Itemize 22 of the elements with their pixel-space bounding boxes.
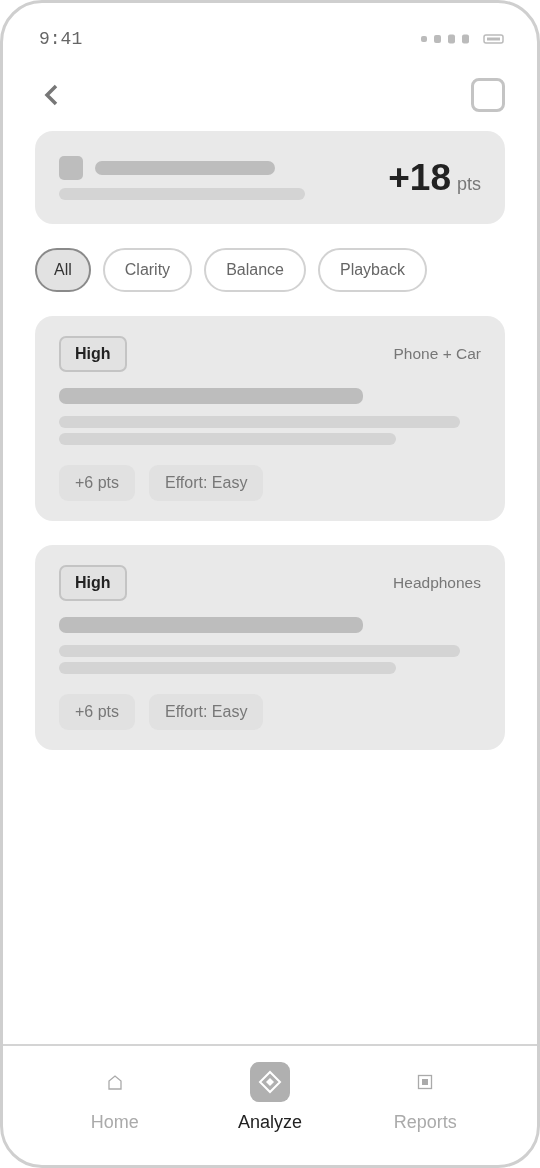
effort-tag: Effort: Easy [149, 465, 264, 501]
device-label: Headphones [393, 574, 481, 592]
filter-chip[interactable]: Balance [204, 248, 306, 292]
back-icon [43, 83, 59, 107]
priority-badge: High [59, 336, 127, 372]
score-unit: pts [457, 173, 481, 195]
filter-chip[interactable]: Clarity [102, 248, 193, 292]
device-label: Phone + Car [393, 345, 481, 363]
filter-chip[interactable]: Playback [317, 248, 427, 292]
tab-item[interactable]: Analyze [210, 1046, 330, 1165]
square-icon [417, 1074, 434, 1090]
filter-chip[interactable]: All [35, 248, 91, 292]
back-button[interactable] [43, 83, 59, 107]
home-icon [105, 1073, 124, 1091]
effort-tag: Effort: Easy [149, 694, 264, 730]
status-icons-icon [421, 34, 505, 44]
score-value: +18 [388, 156, 451, 199]
skeleton-icon [59, 155, 83, 180]
status-time: 9:41 [39, 29, 83, 49]
points-tag: +6 pts [59, 694, 136, 730]
priority-badge: High [59, 565, 127, 601]
points-tag: +6 pts [59, 465, 136, 501]
